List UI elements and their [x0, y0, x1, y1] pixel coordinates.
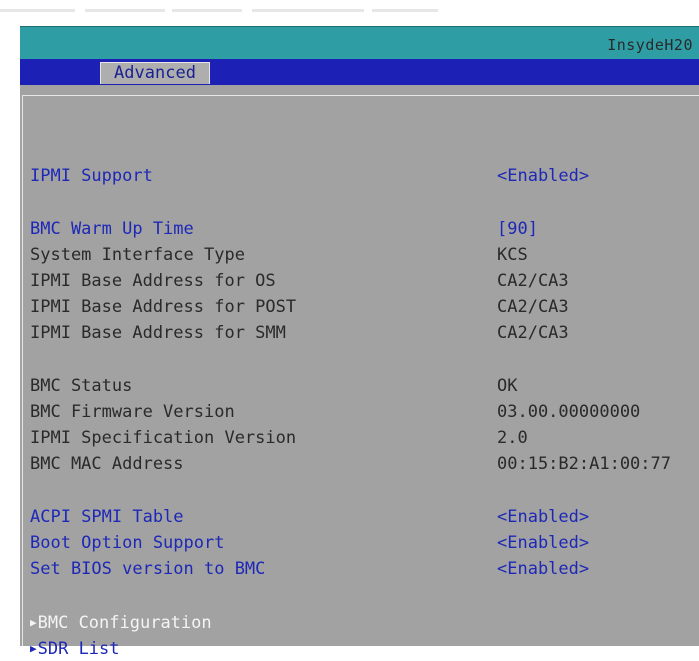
submenu-bmc-configuration[interactable]: ▶BMC Configuration: [30, 611, 695, 635]
top-strip-segment: [252, 9, 364, 12]
info-label: IPMI Specification Version: [30, 428, 297, 448]
info-value: 2.0: [497, 428, 528, 448]
brand-name: InsydeH20: [607, 36, 693, 54]
info-label: BMC Firmware Version: [30, 402, 235, 422]
ipmi-base-address-os-row: IPMI Base Address for OS CA2/CA3: [30, 269, 695, 293]
info-value: OK: [497, 376, 518, 396]
setting-label: IPMI Support: [30, 166, 153, 186]
info-label: System Interface Type: [30, 245, 245, 265]
bmc-status-row: BMC Status OK: [30, 374, 695, 398]
info-label: BMC MAC Address: [30, 454, 184, 474]
info-value: 03.00.00000000: [497, 402, 641, 422]
ipmi-specification-version-row: IPMI Specification Version 2.0: [30, 426, 695, 450]
top-strip-segment: [172, 9, 242, 12]
submenu-label-text: SDR List: [37, 639, 120, 659]
setting-label: ACPI SPMI Table: [30, 507, 184, 527]
ipmi-base-address-post-row: IPMI Base Address for POST CA2/CA3: [30, 295, 695, 319]
ipmi-support-row[interactable]: IPMI Support <Enabled>: [30, 164, 695, 188]
bmc-firmware-version-row: BMC Firmware Version 03.00.00000000: [30, 400, 695, 424]
info-value: KCS: [497, 245, 528, 265]
tab-bar: Advanced: [20, 59, 699, 85]
bmc-warm-up-time-row[interactable]: BMC Warm Up Time [90]: [30, 217, 695, 241]
info-value: CA2/CA3: [497, 297, 569, 317]
bios-setup-screen: InsydeH20 Advanced IPMI Support <Enabled…: [20, 26, 699, 659]
system-interface-type-row: System Interface Type KCS: [30, 243, 695, 267]
title-bar: InsydeH20: [20, 26, 699, 60]
info-value: CA2/CA3: [497, 271, 569, 291]
ipmi-base-address-smm-row: IPMI Base Address for SMM CA2/CA3: [30, 321, 695, 345]
info-value: 00:15:B2:A1:00:77: [497, 454, 671, 474]
setting-value[interactable]: <Enabled>: [497, 505, 589, 529]
submenu-arrow-icon: ▶: [30, 642, 37, 655]
boot-option-support-row[interactable]: Boot Option Support <Enabled>: [30, 531, 695, 555]
top-strip-segment: [372, 9, 438, 12]
info-label: IPMI Base Address for POST: [30, 297, 297, 317]
submenu-label: ▶BMC Configuration: [30, 611, 212, 635]
settings-panel: IPMI Support <Enabled> BMC Warm Up Time …: [20, 85, 699, 659]
info-value: CA2/CA3: [497, 323, 569, 343]
info-label: IPMI Base Address for SMM: [30, 323, 286, 343]
set-bios-version-to-bmc-row[interactable]: Set BIOS version to BMC <Enabled>: [30, 557, 695, 581]
submenu-arrow-icon: ▶: [30, 616, 37, 629]
setting-label: Set BIOS version to BMC: [30, 559, 266, 579]
setting-value[interactable]: [90]: [497, 217, 538, 241]
acpi-spmi-table-row[interactable]: ACPI SPMI Table <Enabled>: [30, 505, 695, 529]
setting-label: Boot Option Support: [30, 533, 225, 553]
submenu-sdr-list[interactable]: ▶SDR List: [30, 637, 695, 661]
info-label: BMC Status: [30, 376, 133, 396]
info-label: IPMI Base Address for OS: [30, 271, 276, 291]
submenu-label-text: BMC Configuration: [37, 613, 212, 633]
tab-advanced[interactable]: Advanced: [100, 62, 210, 84]
top-strip-segment: [85, 9, 165, 12]
setting-value[interactable]: <Enabled>: [497, 531, 589, 555]
submenu-label: ▶SDR List: [30, 637, 120, 661]
bmc-mac-address-row: BMC MAC Address 00:15:B2:A1:00:77: [30, 452, 695, 476]
top-strip: [0, 0, 699, 16]
setting-value[interactable]: <Enabled>: [497, 557, 589, 581]
setting-value[interactable]: <Enabled>: [497, 164, 589, 188]
setting-label: BMC Warm Up Time: [30, 219, 194, 239]
top-strip-segment: [0, 9, 75, 12]
